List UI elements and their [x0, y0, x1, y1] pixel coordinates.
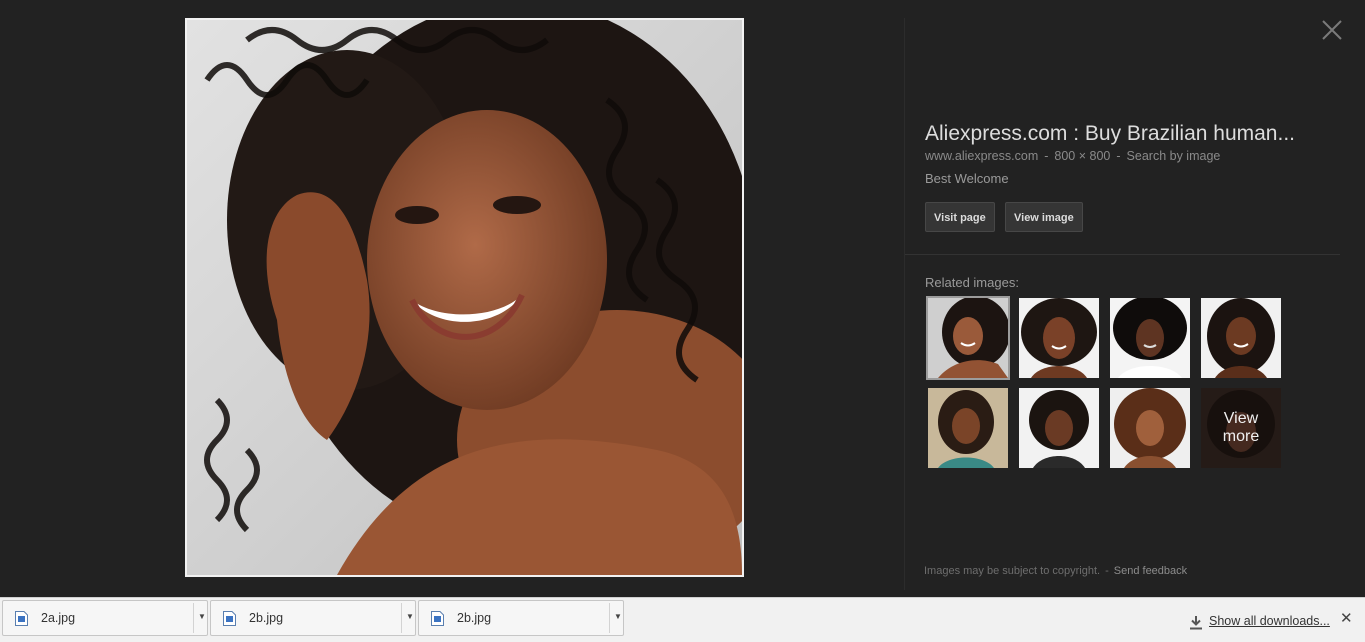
send-feedback-link[interactable]: Send feedback: [1114, 565, 1187, 577]
source-domain[interactable]: www.aliexpress.com: [925, 149, 1038, 163]
search-by-image-link[interactable]: Search by image: [1127, 149, 1221, 163]
related-thumb-5[interactable]: [928, 388, 1008, 468]
chevron-down-icon: ▼: [406, 612, 414, 621]
image-description: Best Welcome: [925, 171, 1009, 186]
download-item: 2b.jpg ▼: [210, 600, 416, 636]
image-file-icon: [431, 611, 444, 626]
section-divider: [905, 254, 1340, 255]
image-dimensions: 800 × 800: [1054, 149, 1111, 163]
related-thumb-2[interactable]: [1019, 298, 1099, 378]
download-filename: 2b.jpg: [457, 611, 492, 625]
related-thumb-6[interactable]: [1019, 388, 1099, 468]
main-image[interactable]: [185, 18, 744, 577]
view-more-label: View more: [1222, 410, 1260, 445]
download-menu-button[interactable]: ▼: [194, 601, 208, 635]
image-title[interactable]: Aliexpress.com : Buy Brazilian human...: [925, 122, 1325, 146]
related-thumb-4[interactable]: [1201, 298, 1281, 378]
image-meta: www.aliexpress.com -800 × 800- Search by i…: [925, 149, 1221, 163]
panel-divider: [904, 18, 905, 590]
related-thumb-3[interactable]: [1110, 298, 1190, 378]
copyright-notice: Images may be subject to copyright.: [924, 565, 1101, 577]
download-item: 2b.jpg ▼: [418, 600, 624, 636]
chevron-down-icon: ▼: [198, 612, 206, 621]
download-item-open[interactable]: 2b.jpg: [211, 601, 401, 635]
image-viewer-panel: Aliexpress.com : Buy Brazilian human... …: [0, 0, 1365, 597]
view-image-button[interactable]: View image: [1005, 202, 1083, 232]
close-icon[interactable]: [1318, 16, 1346, 44]
related-images-label: Related images:: [925, 275, 1019, 290]
image-file-icon: [15, 611, 28, 626]
download-item-open[interactable]: 2a.jpg: [3, 601, 193, 635]
close-shelf-icon[interactable]: ✕: [1340, 611, 1353, 626]
show-all-downloads-label: Show all downloads...: [1209, 614, 1330, 628]
visit-page-button[interactable]: Visit page: [925, 202, 995, 232]
view-more-tile[interactable]: View more: [1201, 388, 1281, 468]
download-menu-button[interactable]: ▼: [402, 601, 416, 635]
download-item: 2a.jpg ▼: [2, 600, 208, 636]
download-filename: 2a.jpg: [41, 611, 76, 625]
related-thumb-1[interactable]: [928, 298, 1008, 378]
image-file-icon: [223, 611, 236, 626]
download-arrow-icon: [1190, 616, 1202, 630]
viewer-footer: Images may be subject to copyright. - Send…: [924, 565, 1188, 577]
download-filename: 2b.jpg: [249, 611, 284, 625]
portrait-photo: [187, 20, 742, 575]
chevron-down-icon: ▼: [614, 612, 622, 621]
download-menu-button[interactable]: ▼: [610, 601, 624, 635]
download-item-open[interactable]: 2b.jpg: [419, 601, 609, 635]
related-thumb-7[interactable]: [1110, 388, 1190, 468]
